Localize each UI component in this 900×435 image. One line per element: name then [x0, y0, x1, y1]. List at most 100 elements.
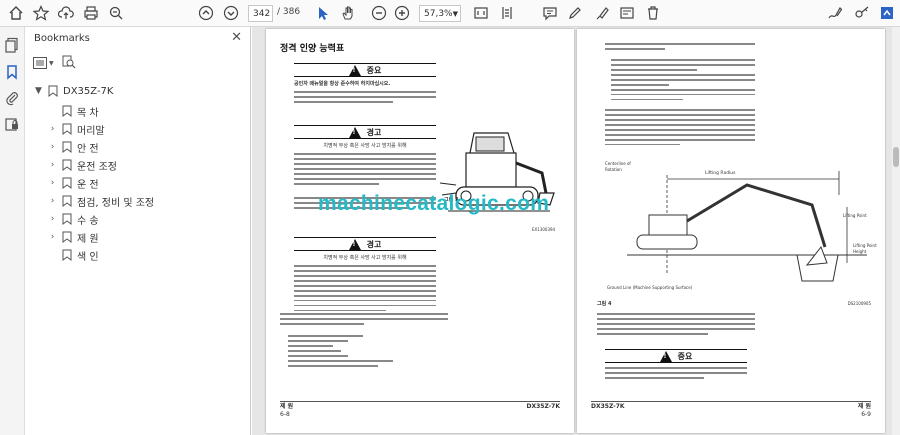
bookmark-label: 수 송 [77, 215, 99, 227]
footer-model: DX35Z-7K [526, 403, 560, 410]
bookmark-item-transport[interactable]: › 수 송 [48, 211, 99, 227]
pages-icon[interactable] [4, 37, 20, 53]
figure-code: EX1300394 [532, 227, 556, 232]
bookmark-label: 머리말 [77, 125, 105, 137]
vertical-scrollbar[interactable] [892, 27, 900, 435]
caution-text: 공인자 매뉴얼을 항상 준수하여 하지마십시오. [294, 81, 391, 87]
page-right: Centerline of Rotation Lifting Radius Li… [577, 29, 885, 433]
page-down-icon[interactable] [222, 4, 240, 22]
bookmark-item-maintenance[interactable]: › 점검, 정비 및 조정 [48, 193, 154, 209]
bookmark-item-icon [62, 123, 72, 135]
bookmark-label: 안 전 [77, 143, 99, 155]
scroll-mode-icon[interactable] [498, 4, 516, 22]
bookmark-label: 목 차 [77, 107, 99, 119]
lifting-diagram [627, 171, 867, 282]
trash-icon[interactable] [644, 4, 662, 22]
select-cursor-icon[interactable] [314, 4, 332, 22]
label-lifting-point-height: Lifting Point Height [853, 243, 877, 254]
bookmark-item-icon [62, 159, 72, 171]
fit-page-icon[interactable] [472, 4, 490, 22]
sign-icon[interactable] [826, 4, 844, 22]
chevron-right-icon[interactable]: › [48, 142, 57, 152]
footer-page: 6-8 [280, 411, 290, 418]
bookmark-label: 색 인 [77, 251, 99, 263]
footer-section: 제 원 [857, 403, 871, 410]
bookmark-item-toc[interactable]: 목 차 [48, 103, 99, 119]
warning-triangle-icon [348, 238, 361, 250]
text-block [597, 313, 755, 338]
cloud-upload-icon[interactable] [57, 4, 75, 22]
scroll-thumb[interactable] [893, 147, 899, 167]
bookmark-label: 운 전 [77, 179, 99, 191]
stamp-icon[interactable] [618, 4, 636, 22]
close-icon[interactable]: ✕ [231, 30, 242, 45]
zoom-out-circle-icon[interactable] [370, 4, 388, 22]
toolbar: 342 / 386 57,3% ▼ [0, 0, 900, 27]
chevron-down-icon[interactable]: ▼ [34, 86, 43, 96]
page-up-icon[interactable] [197, 4, 215, 22]
bookmarks-panel: Bookmarks ✕ ▼ ▼ DX35Z-7K 목 차 › 머리말 › 안 전… [25, 27, 251, 435]
key-icon[interactable] [853, 4, 871, 22]
bookmark-label: DX35Z-7K [63, 85, 114, 97]
find-bookmark-icon[interactable] [62, 54, 76, 73]
comment-icon[interactable] [541, 4, 559, 22]
bookmark-icon[interactable] [4, 64, 20, 80]
footer-rule [280, 401, 560, 402]
star-icon[interactable] [32, 4, 50, 22]
bookmark-item-controls[interactable]: › 운전 조정 [48, 157, 117, 173]
pen-icon[interactable] [566, 4, 584, 22]
bookmark-item-specs[interactable]: › 제 원 [48, 229, 99, 245]
lock-layers-icon[interactable] [4, 116, 20, 132]
bookmark-item-operation[interactable]: › 운 전 [48, 175, 99, 191]
bookmark-label: 운전 조정 [77, 161, 117, 173]
text-block [605, 43, 755, 53]
collapse-up-icon[interactable] [878, 4, 896, 22]
page-number-input[interactable]: 342 [248, 5, 273, 22]
text-block [280, 313, 448, 328]
options-menu-icon[interactable]: ▼ [33, 57, 54, 69]
warning-triangle-icon [659, 350, 672, 362]
label-lifting-point: Lifting Point [843, 213, 867, 218]
chevron-right-icon[interactable]: › [48, 178, 57, 188]
bookmark-item-icon [62, 231, 72, 243]
bookmark-label: 점검, 정비 및 조정 [77, 197, 155, 209]
label-centerline: Centerline of Rotation [605, 161, 631, 172]
caution-banner: 중요 [294, 63, 436, 77]
highlight-icon[interactable] [593, 4, 611, 22]
warning-sub-2: 치명적 부상 혹은 사망 사고 방지를 위해 [323, 255, 407, 261]
bookmark-label: 제 원 [77, 233, 99, 245]
text-block [294, 153, 436, 188]
panel-tools: ▼ [33, 55, 76, 71]
home-icon[interactable] [7, 4, 25, 22]
bookmark-item-icon [62, 213, 72, 225]
chevron-right-icon[interactable]: › [48, 160, 57, 170]
chevron-right-icon[interactable]: › [48, 214, 57, 224]
label-lifting-radius: Lifting Radius [705, 171, 736, 176]
zoom-select[interactable]: 57,3% ▼ [419, 5, 461, 22]
footer-model: DX35Z-7K [591, 403, 625, 410]
bookmark-item-icon [62, 177, 72, 189]
bookmark-item-index[interactable]: 색 인 [48, 247, 99, 263]
hand-tool-icon[interactable] [339, 4, 357, 22]
warning-triangle-icon [348, 126, 361, 138]
bookmark-item-preface[interactable]: › 머리말 [48, 121, 105, 137]
document-viewer[interactable]: 정격 인양 능력표 중요 공인자 매뉴얼을 항상 준수하여 하지마십시오. 경고… [252, 27, 900, 435]
zoom-in-circle-icon[interactable] [393, 4, 411, 22]
attachment-icon[interactable] [4, 90, 20, 106]
text-block [294, 91, 436, 106]
side-rail [0, 27, 25, 435]
warning-banner-2: 경고 [294, 237, 436, 251]
chevron-right-icon[interactable]: › [48, 232, 57, 242]
bookmark-root[interactable]: ▼ DX35Z-7K [34, 83, 113, 99]
figure-label: 그림 4 [597, 301, 612, 307]
bookmark-item-safety[interactable]: › 안 전 [48, 139, 99, 155]
warning-triangle-icon [348, 64, 361, 76]
bookmark-item-icon [48, 85, 58, 97]
print-icon[interactable] [82, 4, 100, 22]
bookmark-item-icon [62, 195, 72, 207]
chevron-right-icon[interactable]: › [48, 196, 57, 206]
chevron-right-icon[interactable]: › [48, 124, 57, 134]
chevron-down-icon: ▼ [452, 9, 458, 18]
text-block [605, 367, 747, 382]
zoom-out-icon[interactable] [107, 4, 125, 22]
